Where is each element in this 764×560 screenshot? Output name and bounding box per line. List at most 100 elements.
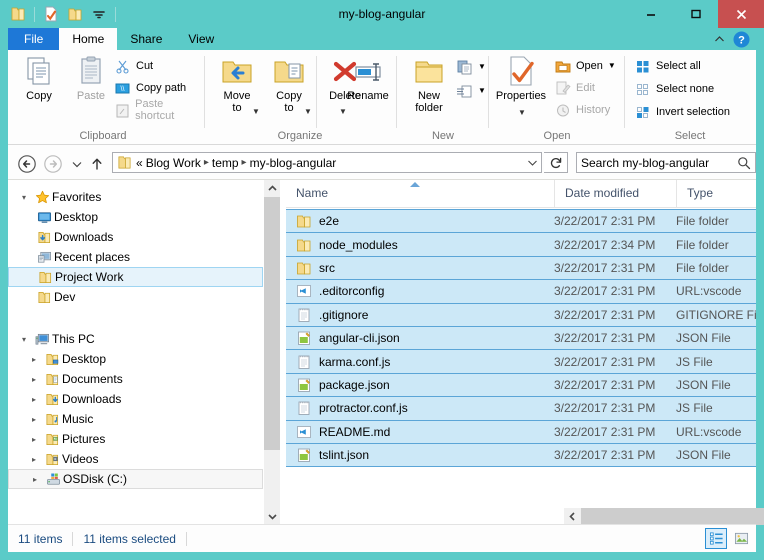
- tab-share[interactable]: Share: [117, 28, 175, 50]
- file-name-cell[interactable]: tslint.json: [286, 447, 554, 463]
- sidebar-item-osdisk[interactable]: ▸ OSDisk (C:): [8, 469, 263, 489]
- breadcrumb-chevron-1[interactable]: ▸: [204, 157, 209, 168]
- expander-icon[interactable]: ▸: [26, 355, 42, 364]
- search-box[interactable]: Search my-blog-angular: [576, 152, 756, 173]
- address-path-box[interactable]: « Blog Work ▸ temp ▸ my-blog-angular: [112, 152, 542, 173]
- sidebar-item-documents[interactable]: ▸ Documents: [8, 369, 263, 389]
- table-row[interactable]: node_modules 3/22/2017 2:34 PM File fold…: [286, 232, 756, 257]
- recent-locations-button[interactable]: [66, 153, 88, 175]
- sidebar-item-recent-places[interactable]: Recent places: [8, 247, 263, 267]
- close-button[interactable]: [718, 0, 764, 28]
- copy-to-dropdown-caret[interactable]: ▼: [304, 107, 312, 116]
- hscroll-left-button[interactable]: [564, 508, 581, 525]
- breadcrumb-overflow[interactable]: «: [136, 156, 143, 170]
- history-button[interactable]: History: [552, 99, 622, 121]
- expander-icon[interactable]: ▸: [26, 415, 42, 424]
- expander-favorites-icon[interactable]: ▾: [16, 193, 32, 202]
- up-button[interactable]: [86, 153, 108, 175]
- sidebar-item-downloads-pc[interactable]: ▸ Downloads: [8, 389, 263, 409]
- paste-button[interactable]: Paste: [64, 53, 118, 123]
- sidebar-item-desktop-pc[interactable]: ▸ Desktop: [8, 349, 263, 369]
- table-row[interactable]: src 3/22/2017 2:31 PM File folder: [286, 255, 756, 281]
- file-name-cell[interactable]: angular-cli.json: [286, 330, 554, 346]
- select-all-button[interactable]: Select all: [632, 55, 752, 77]
- expander-icon[interactable]: ▸: [26, 375, 42, 384]
- file-name-cell[interactable]: .gitignore: [286, 307, 554, 323]
- expander-icon[interactable]: ▸: [26, 455, 42, 464]
- cut-button[interactable]: Cut: [112, 55, 198, 77]
- sidebar-item-videos[interactable]: ▸ Videos: [8, 449, 263, 469]
- nav-scroll-down-button[interactable]: [264, 508, 281, 525]
- paste-shortcut-button[interactable]: Paste shortcut: [112, 98, 202, 122]
- sidebar-item-music[interactable]: ▸ Music: [8, 409, 263, 429]
- invert-selection-button[interactable]: Invert selection: [632, 101, 756, 123]
- file-name-cell[interactable]: .editorconfig: [286, 283, 554, 299]
- collapse-ribbon-icon[interactable]: [713, 33, 726, 46]
- sidebar-item-dev[interactable]: Dev: [8, 287, 263, 307]
- search-input[interactable]: Search my-blog-angular: [581, 156, 737, 170]
- sidebar-item-desktop-fav[interactable]: Desktop: [8, 207, 263, 227]
- file-name-cell[interactable]: README.md: [286, 424, 554, 440]
- table-row[interactable]: .gitignore 3/22/2017 2:31 PM GITIGNORE F…: [286, 302, 756, 327]
- table-row[interactable]: README.md 3/22/2017 2:31 PM URL:vscode: [286, 419, 756, 444]
- table-row[interactable]: karma.conf.js 3/22/2017 2:31 PM JS File: [286, 349, 756, 374]
- breadcrumb-chevron-2[interactable]: ▸: [242, 157, 247, 168]
- address-dropdown-icon[interactable]: [524, 153, 541, 172]
- sidebar-item-pictures[interactable]: ▸ Pictures: [8, 429, 263, 449]
- details-view-button[interactable]: [705, 528, 727, 549]
- table-row[interactable]: protractor.conf.js 3/22/2017 2:31 PM JS …: [286, 396, 756, 421]
- large-icons-view-button[interactable]: [730, 528, 752, 549]
- breadcrumb-item-blog-work[interactable]: Blog Work: [146, 156, 201, 170]
- file-list-horizontal-scrollbar[interactable]: [564, 508, 764, 525]
- easy-access-caret[interactable]: ▼: [478, 87, 486, 95]
- properties-dropdown-caret[interactable]: ▼: [518, 108, 526, 117]
- select-none-button[interactable]: Select none: [632, 78, 752, 100]
- file-name-cell[interactable]: package.json: [286, 377, 554, 393]
- back-button[interactable]: [16, 153, 38, 175]
- tree-section-favorites[interactable]: ▾ Favorites: [8, 187, 263, 207]
- hscroll-thumb[interactable]: [581, 508, 764, 525]
- file-name-cell[interactable]: karma.conf.js: [286, 354, 554, 370]
- refresh-button[interactable]: [544, 152, 568, 173]
- open-caret[interactable]: ▼: [608, 62, 616, 70]
- new-folder-button[interactable]: New folder: [402, 53, 456, 123]
- table-row[interactable]: angular-cli.json 3/22/2017 2:31 PM JSON …: [286, 325, 756, 351]
- easy-access-button[interactable]: ▼: [454, 80, 486, 102]
- breadcrumb-item-temp[interactable]: temp: [212, 156, 239, 170]
- forward-button[interactable]: [42, 153, 64, 175]
- nav-scroll-up-button[interactable]: [264, 180, 281, 197]
- tab-view[interactable]: View: [175, 28, 227, 50]
- table-row[interactable]: e2e 3/22/2017 2:31 PM File folder: [286, 209, 756, 234]
- open-button[interactable]: Open ▼: [552, 55, 622, 77]
- maximize-button[interactable]: [673, 0, 718, 28]
- tree-section-this-pc[interactable]: ▾ This PC: [8, 329, 263, 349]
- nav-scroll-thumb[interactable]: [264, 197, 281, 450]
- copy-button[interactable]: Copy: [12, 53, 66, 123]
- file-name-cell[interactable]: node_modules: [286, 237, 554, 253]
- rename-button[interactable]: Rename: [344, 53, 392, 123]
- new-item-caret[interactable]: ▼: [478, 63, 486, 71]
- expander-this-pc-icon[interactable]: ▾: [16, 335, 32, 344]
- help-icon[interactable]: ?: [733, 31, 750, 48]
- column-header-name[interactable]: Name: [286, 180, 554, 207]
- expander-icon[interactable]: ▸: [26, 435, 42, 444]
- minimize-button[interactable]: [628, 0, 673, 28]
- file-name-cell[interactable]: src: [286, 260, 554, 276]
- search-icon[interactable]: [737, 156, 751, 170]
- column-header-date-modified[interactable]: Date modified: [554, 180, 676, 207]
- table-row[interactable]: package.json 3/22/2017 2:31 PM JSON File: [286, 372, 756, 398]
- tab-home[interactable]: Home: [59, 28, 118, 50]
- new-item-button[interactable]: ▼: [454, 56, 486, 78]
- column-header-type[interactable]: Type: [676, 180, 756, 207]
- table-row[interactable]: tslint.json 3/22/2017 2:31 PM JSON File: [286, 442, 756, 468]
- tab-file[interactable]: File: [8, 28, 60, 50]
- nav-pane-scrollbar[interactable]: [263, 180, 281, 525]
- file-name-cell[interactable]: protractor.conf.js: [286, 400, 554, 416]
- table-row[interactable]: .editorconfig 3/22/2017 2:31 PM URL:vsco…: [286, 279, 756, 304]
- copy-path-button[interactable]: \\ Copy path: [112, 77, 198, 99]
- expander-icon[interactable]: ▸: [27, 475, 43, 484]
- file-name-cell[interactable]: e2e: [286, 213, 554, 229]
- move-to-dropdown-caret[interactable]: ▼: [252, 107, 260, 116]
- sidebar-item-downloads-fav[interactable]: Downloads: [8, 227, 263, 247]
- breadcrumb-item-my-blog-angular[interactable]: my-blog-angular: [250, 156, 337, 170]
